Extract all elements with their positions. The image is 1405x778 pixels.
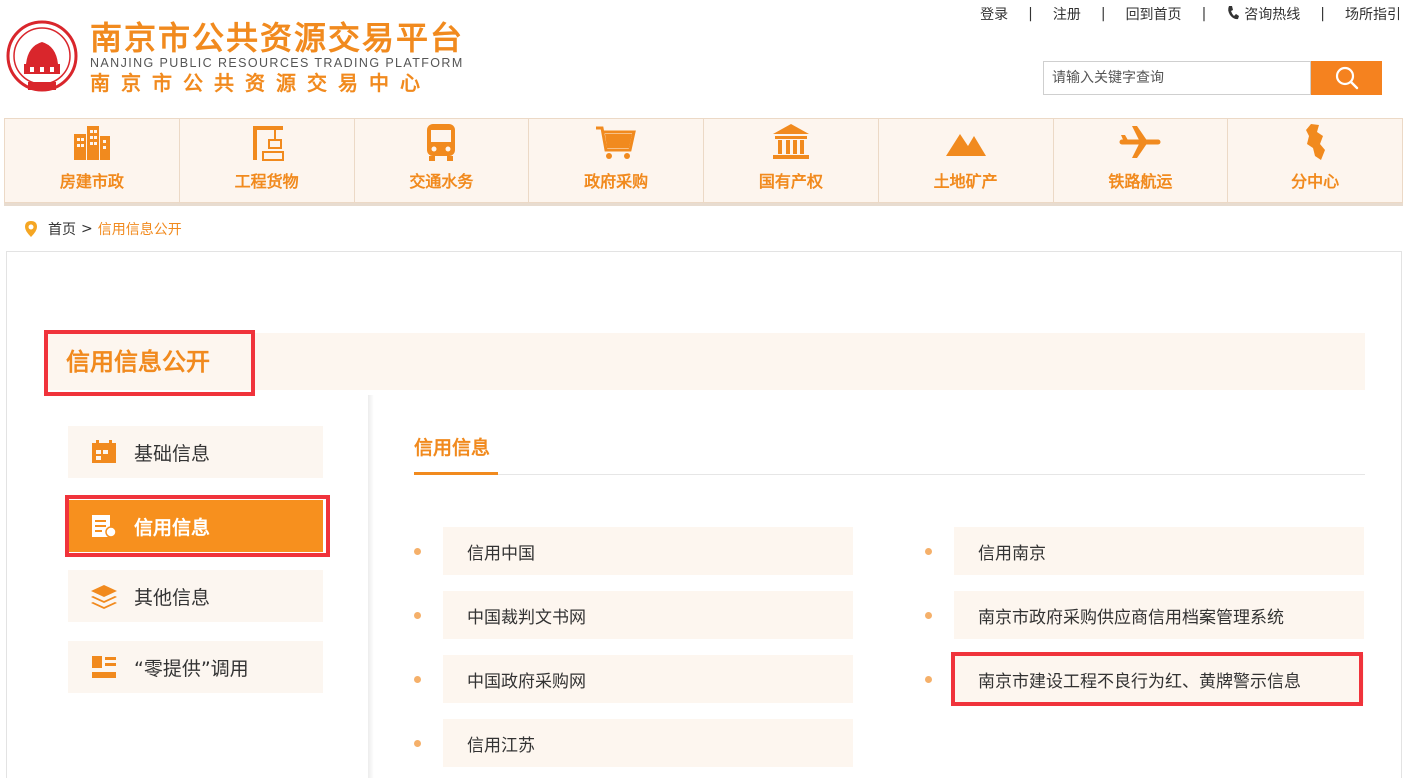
breadcrumb: 首页 > 信用信息公开 [24, 219, 182, 239]
nav-item-housing[interactable]: 房建市政 [4, 118, 179, 203]
register-link[interactable]: 注册 [1053, 4, 1081, 24]
list-item: 信用江苏 [414, 719, 853, 767]
list-item: 南京市建设工程不良行为红、黄牌警示信息 [925, 655, 1364, 703]
link-judgment-documents[interactable]: 中国裁判文书网 [443, 591, 853, 639]
bus-icon [427, 124, 456, 161]
nav-label: 工程货物 [234, 172, 299, 191]
home-link[interactable]: 回到首页 [1126, 4, 1182, 24]
crane-icon [252, 126, 284, 161]
nav-item-transport[interactable]: 交通水务 [353, 118, 529, 203]
nav-item-land[interactable]: 土地矿产 [877, 118, 1053, 203]
nav-item-branch[interactable]: 分中心 [1227, 118, 1403, 203]
breadcrumb-home[interactable]: 首页 [48, 219, 76, 239]
list-item: 中国政府采购网 [414, 655, 853, 703]
hotline-label: 咨询热线 [1244, 7, 1301, 23]
location-pin-icon [25, 221, 37, 237]
sidebar-item-credit-info[interactable]: 信用信息 [68, 500, 323, 552]
venue-guide-link[interactable]: 场所指引 [1345, 4, 1401, 24]
main-nav: 房建市政 工程货物 交通水务 政府采购 国有产权 土地矿产 铁路航运 分中心 [4, 118, 1403, 206]
sidebar-item-basic-info[interactable]: 基础信息 [68, 426, 323, 478]
list-item: 中国裁判文书网 [414, 591, 853, 639]
building-icon [73, 126, 110, 160]
bullet-icon [414, 611, 421, 619]
nav-label: 房建市政 [59, 172, 124, 191]
sidebar-item-label: 基础信息 [134, 442, 211, 465]
list-item: 信用中国 [414, 527, 853, 575]
section-title-bar [44, 333, 1365, 390]
site-title-english: NANJING PUBLIC RESOURCES TRADING PLATFOR… [90, 56, 464, 70]
sidebar-item-zero-provision[interactable]: “零提供”调用 [68, 641, 323, 693]
content-title-divider [414, 474, 1365, 475]
link-separator: | [1320, 6, 1325, 22]
content-title: 信用信息 [414, 437, 491, 459]
search-button[interactable] [1311, 61, 1382, 95]
layers-icon [91, 585, 117, 609]
nav-label: 铁路航运 [1108, 172, 1173, 191]
bullet-icon [925, 547, 932, 555]
nav-label: 国有产权 [758, 172, 823, 191]
breadcrumb-separator: > [81, 221, 93, 237]
site-subtitle: 南京市公共资源交易中心 [90, 71, 431, 95]
top-links: 登录 | 注册 | 回到首页 | 咨询热线 | 场所指引 [980, 4, 1401, 24]
nav-item-procurement[interactable]: 政府采购 [528, 118, 703, 203]
map-icon [1306, 124, 1326, 160]
link-credit-china[interactable]: 信用中国 [443, 527, 853, 575]
calendar-icon [92, 440, 116, 463]
link-separator: | [1100, 6, 1106, 22]
section-title-accent [44, 352, 48, 372]
site-title: 南京市公共资源交易平台 [90, 19, 465, 57]
mountain-icon [945, 134, 986, 156]
link-separator: | [1201, 6, 1207, 22]
nav-item-railway[interactable]: 铁路航运 [1052, 118, 1228, 203]
bullet-icon [414, 739, 421, 747]
bullet-icon [414, 547, 421, 555]
list-item: 南京市政府采购供应商信用档案管理系统 [925, 591, 1364, 639]
link-china-procurement[interactable]: 中国政府采购网 [443, 655, 853, 703]
login-link[interactable]: 登录 [980, 4, 1008, 24]
bullet-icon [925, 675, 932, 683]
sidebar-item-other-info[interactable]: 其他信息 [68, 570, 323, 622]
nav-label: 政府采购 [584, 172, 649, 191]
link-credit-jiangsu[interactable]: 信用江苏 [443, 719, 853, 767]
sidebar-divider [368, 395, 374, 778]
nav-label: 土地矿产 [933, 172, 998, 191]
sidebar-item-label: 其他信息 [134, 586, 211, 609]
link-separator: | [1028, 6, 1033, 22]
bullet-icon [414, 675, 421, 683]
sidebar-item-label: “零提供”调用 [134, 657, 249, 680]
hotline-link[interactable]: 咨询热线 [1226, 4, 1300, 24]
search-icon [1335, 66, 1358, 90]
nav-label: 交通水务 [409, 172, 474, 191]
bank-icon [772, 124, 809, 159]
phone-icon [1228, 6, 1240, 20]
page-title: 信用信息公开 [66, 348, 210, 376]
sidebar-item-label: 信用信息 [134, 516, 211, 539]
breadcrumb-current[interactable]: 信用信息公开 [98, 219, 182, 239]
list-item: 信用南京 [925, 527, 1364, 575]
nav-label: 分中心 [1291, 172, 1340, 191]
document-icon [92, 656, 116, 678]
search-input[interactable] [1044, 62, 1310, 94]
link-construction-warning[interactable]: 南京市建设工程不良行为红、黄牌警示信息 [954, 655, 1364, 703]
bullet-icon [925, 611, 932, 619]
content-title-accent [414, 472, 498, 475]
link-credit-nanjing[interactable]: 信用南京 [954, 527, 1364, 575]
logo-seal-icon [6, 20, 78, 92]
nav-item-engineering[interactable]: 工程货物 [178, 118, 354, 203]
cart-icon [596, 126, 636, 159]
search-box [1043, 61, 1311, 95]
nav-item-property[interactable]: 国有产权 [703, 118, 878, 203]
certificate-icon [92, 515, 117, 538]
link-supplier-credit-system[interactable]: 南京市政府采购供应商信用档案管理系统 [954, 591, 1364, 639]
plane-icon [1119, 126, 1161, 158]
